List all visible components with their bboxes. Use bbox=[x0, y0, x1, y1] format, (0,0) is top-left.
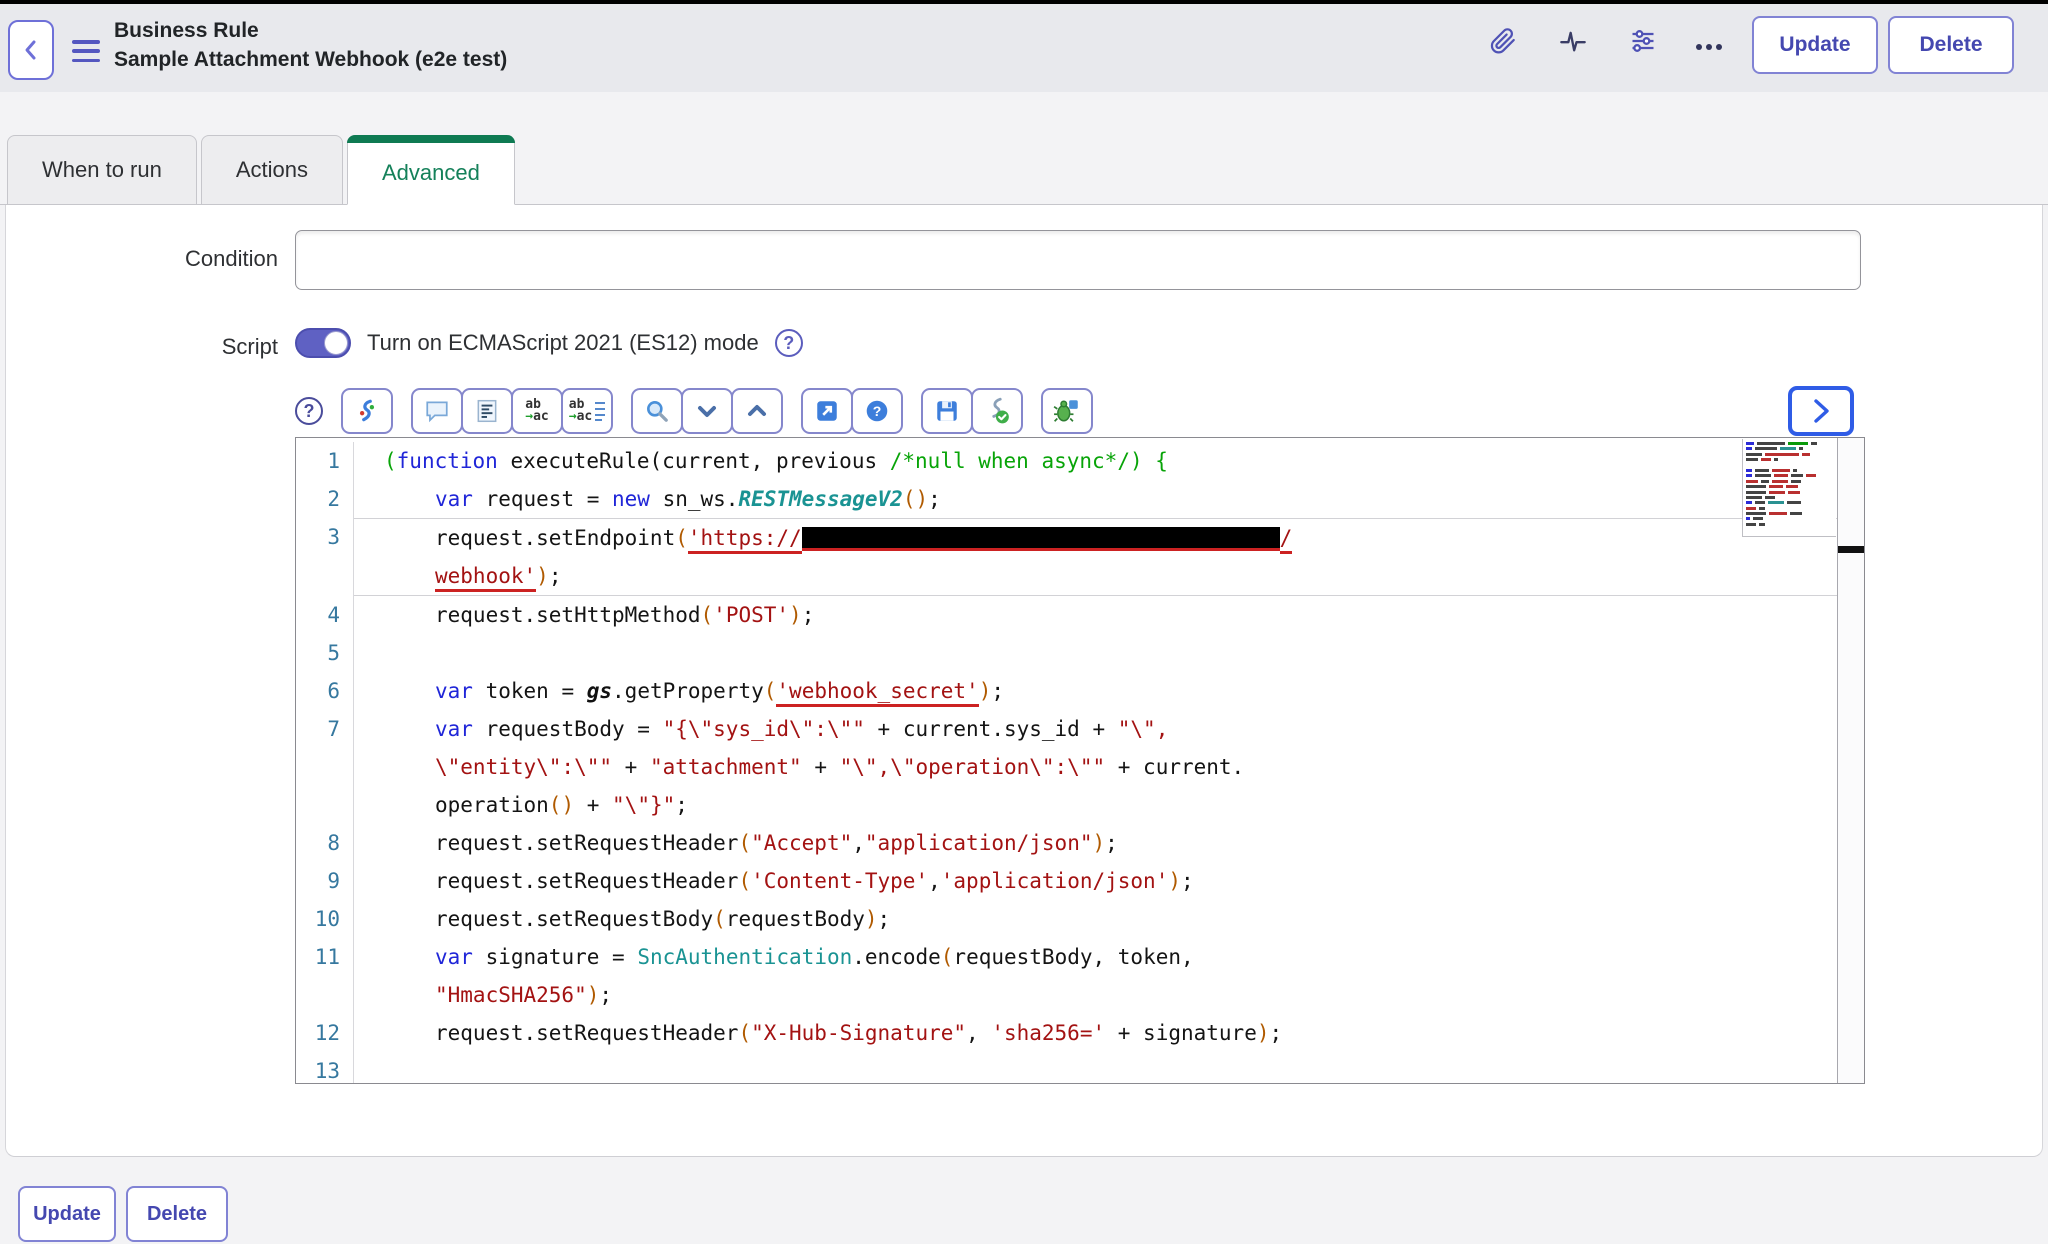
svg-text:?: ? bbox=[873, 403, 882, 419]
line-number: 5 bbox=[296, 634, 354, 672]
code-line[interactable]: 8request.setRequestHeader("Accept","appl… bbox=[296, 824, 1837, 862]
code-line[interactable]: 4request.setHttpMethod('POST'); bbox=[296, 596, 1837, 634]
tab-advanced[interactable]: Advanced bbox=[347, 135, 515, 205]
format-document-icon[interactable] bbox=[461, 388, 513, 434]
code-line[interactable]: 1(function executeRule(current, previous… bbox=[296, 442, 1837, 480]
script-code-editor[interactable]: 1(function executeRule(current, previous… bbox=[295, 437, 1865, 1084]
code-line[interactable]: 7var requestBody = "{\"sys_id\":\"" + cu… bbox=[296, 710, 1837, 824]
line-number: 13 bbox=[296, 1052, 354, 1084]
personalize-form-sliders-icon[interactable] bbox=[1628, 26, 1658, 56]
line-number: 3 bbox=[296, 518, 354, 596]
toggle-comment-icon[interactable] bbox=[411, 388, 463, 434]
line-number: 12 bbox=[296, 1014, 354, 1052]
ecmascript-toggle-row: Turn on ECMAScript 2021 (ES12) mode ? bbox=[295, 328, 803, 358]
attachment-paperclip-icon[interactable] bbox=[1488, 26, 1518, 56]
update-button[interactable]: Update bbox=[1752, 16, 1878, 74]
code-lines: 1(function executeRule(current, previous… bbox=[296, 442, 1837, 1084]
line-number: 4 bbox=[296, 596, 354, 634]
condition-input[interactable] bbox=[295, 230, 1861, 290]
code-line[interactable]: 11var signature = SncAuthentication.enco… bbox=[296, 938, 1837, 1014]
chevron-left-icon bbox=[19, 36, 43, 64]
script-editor-toolbar: ? ab→ac ab→ac bbox=[295, 388, 1093, 434]
context-menu-icon[interactable] bbox=[72, 40, 100, 62]
save-icon[interactable] bbox=[921, 388, 973, 434]
save-script-check-icon[interactable] bbox=[971, 388, 1023, 434]
open-in-new-window-icon[interactable] bbox=[801, 388, 853, 434]
line-number: 1 bbox=[296, 442, 354, 480]
replace-icon[interactable]: ab→ac bbox=[511, 388, 563, 434]
ecmascript-mode-toggle[interactable] bbox=[295, 328, 351, 358]
code-line[interactable]: 6var token = gs.getProperty('webhook_sec… bbox=[296, 672, 1837, 710]
delete-button[interactable]: Delete bbox=[1888, 16, 2014, 74]
line-number: 7 bbox=[296, 710, 354, 824]
format-code-script-icon[interactable] bbox=[341, 388, 393, 434]
tab-actions[interactable]: Actions bbox=[201, 135, 343, 205]
line-number: 6 bbox=[296, 672, 354, 710]
page-title: Business Rule Sample Attachment Webhook … bbox=[114, 16, 507, 74]
code-line[interactable]: 10request.setRequestBody(requestBody); bbox=[296, 900, 1837, 938]
code-line[interactable]: 5 bbox=[296, 634, 1837, 672]
redacted-url bbox=[802, 527, 1280, 551]
code-line[interactable]: 2var request = new sn_ws.RESTMessageV2()… bbox=[296, 480, 1837, 518]
find-previous-chevron-up-icon[interactable] bbox=[731, 388, 783, 434]
condition-label: Condition bbox=[0, 246, 278, 272]
code-minimap[interactable] bbox=[1742, 439, 1836, 537]
editor-scrollbar[interactable] bbox=[1837, 438, 1864, 1083]
toggle-knob bbox=[324, 331, 348, 355]
record-name: Sample Attachment Webhook (e2e test) bbox=[114, 45, 507, 74]
tab-when-to-run[interactable]: When to run bbox=[7, 135, 197, 205]
editor-scrollbar-thumb[interactable] bbox=[1838, 546, 1864, 553]
header-bar: Business Rule Sample Attachment Webhook … bbox=[0, 4, 2048, 92]
find-next-chevron-down-icon[interactable] bbox=[681, 388, 733, 434]
code-line[interactable]: 3request.setEndpoint('https:///webhook')… bbox=[296, 518, 1837, 596]
code-line[interactable]: 9request.setRequestHeader('Content-Type'… bbox=[296, 862, 1837, 900]
footer-delete-button[interactable]: Delete bbox=[126, 1186, 228, 1242]
code-line[interactable]: 13 bbox=[296, 1052, 1837, 1084]
expand-editor-chevron-right-button[interactable] bbox=[1788, 386, 1854, 436]
line-number: 2 bbox=[296, 480, 354, 518]
activity-stream-icon[interactable] bbox=[1558, 26, 1588, 56]
line-number: 11 bbox=[296, 938, 354, 1014]
editor-help-blue-icon[interactable]: ? bbox=[851, 388, 903, 434]
editor-help-icon[interactable]: ? bbox=[295, 397, 323, 425]
tab-bar: When to run Actions Advanced bbox=[7, 135, 515, 205]
debug-bug-icon[interactable] bbox=[1041, 388, 1093, 434]
ecmascript-help-icon[interactable]: ? bbox=[775, 329, 803, 357]
search-icon[interactable] bbox=[631, 388, 683, 434]
footer-update-button[interactable]: Update bbox=[18, 1186, 116, 1242]
line-number: 10 bbox=[296, 900, 354, 938]
script-label: Script bbox=[0, 334, 278, 360]
more-options-ellipsis-icon[interactable] bbox=[1694, 32, 1724, 62]
line-number: 8 bbox=[296, 824, 354, 862]
back-button[interactable] bbox=[8, 20, 54, 80]
record-type: Business Rule bbox=[114, 16, 507, 45]
replace-all-icon[interactable]: ab→ac bbox=[561, 388, 613, 434]
ecmascript-toggle-label: Turn on ECMAScript 2021 (ES12) mode bbox=[367, 330, 759, 356]
code-line[interactable]: 12request.setRequestHeader("X-Hub-Signat… bbox=[296, 1014, 1837, 1052]
line-number: 9 bbox=[296, 862, 354, 900]
